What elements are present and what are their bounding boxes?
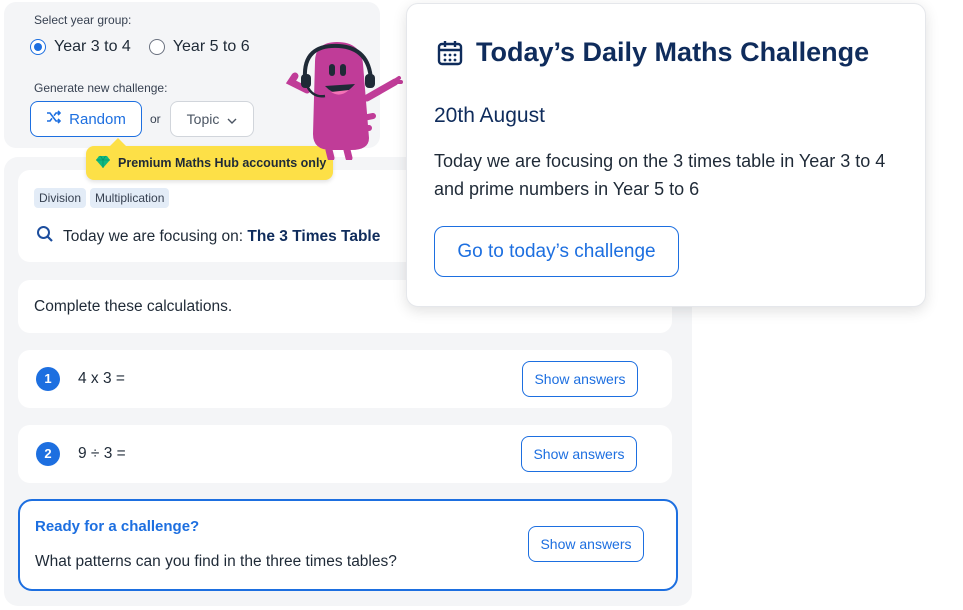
- radio-year-5-to-6[interactable]: Year 5 to 6: [148, 38, 250, 56]
- mascot-illustration: [285, 38, 410, 162]
- question-number-badge: 2: [36, 442, 60, 466]
- generate-label: Generate new challenge:: [34, 81, 168, 95]
- random-button-label: Random: [69, 110, 126, 128]
- or-label: or: [150, 112, 161, 126]
- radio-indicator[interactable]: [148, 39, 165, 55]
- gem-icon: [96, 155, 110, 171]
- chevron-down-icon: [227, 111, 237, 127]
- question-text: 9 ÷ 3 =: [78, 445, 126, 462]
- year-group-label: Select year group:: [34, 13, 132, 27]
- radio-year-3-to-4[interactable]: Year 3 to 4: [30, 38, 131, 56]
- tag-multiplication: Multiplication: [90, 188, 170, 208]
- calendar-icon: [437, 40, 463, 71]
- topic-dropdown[interactable]: Topic: [170, 101, 254, 137]
- focus-prefix: Today we are focusing on:: [63, 227, 244, 245]
- search-icon: [36, 225, 54, 248]
- instructions-text: Complete these calculations.: [34, 298, 233, 315]
- popup-description: Today we are focusing on the 3 times tab…: [434, 151, 886, 199]
- focus-line: Today we are focusing on: The 3 Times Ta…: [36, 225, 380, 248]
- topic-dropdown-label: Topic: [186, 111, 220, 127]
- go-to-challenge-button[interactable]: Go to today’s challenge: [434, 226, 679, 277]
- question-text: 4 x 3 =: [78, 370, 125, 387]
- extra-challenge-title: Ready for a challenge?: [35, 518, 200, 535]
- show-answers-button[interactable]: Show answers: [528, 526, 644, 562]
- year-group-options: Year 3 to 4 Year 5 to 6: [30, 38, 250, 56]
- show-answers-button[interactable]: Show answers: [521, 436, 637, 472]
- shuffle-icon: [46, 110, 62, 128]
- question-number-badge: 1: [36, 367, 60, 391]
- tag-division: Division: [34, 188, 87, 208]
- popup-date: 20th August: [434, 104, 545, 127]
- random-button[interactable]: Random: [30, 101, 142, 137]
- show-answers-button[interactable]: Show answers: [522, 361, 638, 397]
- focus-topic: The 3 Times Table: [247, 227, 381, 245]
- radio-label: Year 5 to 6: [172, 38, 250, 55]
- topic-card: [18, 170, 428, 262]
- extra-challenge-question: What patterns can you find in the three …: [35, 553, 397, 570]
- popup-title: Today’s Daily Maths Challenge: [476, 37, 870, 67]
- radio-selected-indicator[interactable]: [30, 39, 46, 55]
- radio-label: Year 3 to 4: [54, 38, 131, 55]
